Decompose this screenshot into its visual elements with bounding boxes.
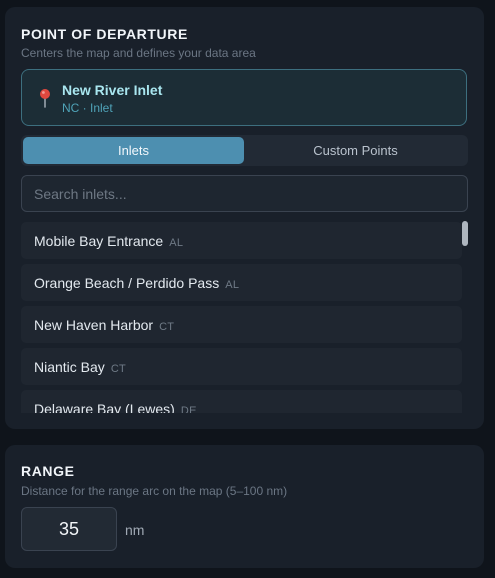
list-item[interactable]: Delaware Bay (Lewes) DE	[21, 390, 462, 413]
inlet-state: CT	[159, 321, 175, 333]
inlet-name: Delaware Bay (Lewes) DE	[34, 401, 197, 413]
list-item[interactable]: New Haven Harbor CT	[21, 306, 462, 343]
selected-inlet-meta: NC · Inlet	[62, 101, 113, 115]
range-subtitle: Distance for the range arc on the map (5…	[21, 484, 288, 498]
range-title: RANGE	[21, 463, 75, 479]
inlet-list: Mobile Bay Entrance AL Orange Beach / Per…	[21, 222, 468, 413]
selected-departure-card[interactable]: New River Inlet NC · Inlet	[21, 69, 467, 126]
inlet-state: DE	[180, 405, 197, 413]
inlet-list-scrollbar[interactable]	[462, 221, 468, 246]
point-of-departure-panel: POINT OF DEPARTURE Centers the map and d…	[5, 7, 484, 429]
range-unit: nm	[125, 522, 145, 538]
tab-inlets[interactable]: Inlets	[23, 137, 244, 164]
inlet-name: Niantic Bay CT	[34, 359, 127, 375]
tab-custom-points[interactable]: Custom Points	[245, 137, 466, 164]
list-item[interactable]: Orange Beach / Perdido Pass AL	[21, 264, 462, 301]
selected-inlet-name: New River Inlet	[62, 82, 163, 98]
inlet-state: AL	[225, 279, 240, 291]
inlet-state: CT	[110, 363, 127, 375]
inlet-state: AL	[169, 237, 184, 249]
departure-subtitle: Centers the map and defines your data ar…	[21, 46, 256, 60]
departure-title: POINT OF DEPARTURE	[21, 26, 188, 42]
departure-tabs: Inlets Custom Points	[21, 135, 468, 166]
list-item[interactable]: Niantic Bay CT	[21, 348, 462, 385]
range-input[interactable]	[21, 507, 117, 551]
range-panel: RANGE Distance for the range arc on the …	[5, 445, 484, 568]
list-item[interactable]: Mobile Bay Entrance AL	[21, 222, 462, 259]
inlet-name: Orange Beach / Perdido Pass AL	[34, 275, 240, 291]
inlet-name: New Haven Harbor CT	[34, 317, 175, 333]
search-inlets-input[interactable]	[21, 175, 468, 212]
map-pin-icon	[38, 88, 52, 108]
inlet-name: Mobile Bay Entrance AL	[34, 233, 184, 249]
